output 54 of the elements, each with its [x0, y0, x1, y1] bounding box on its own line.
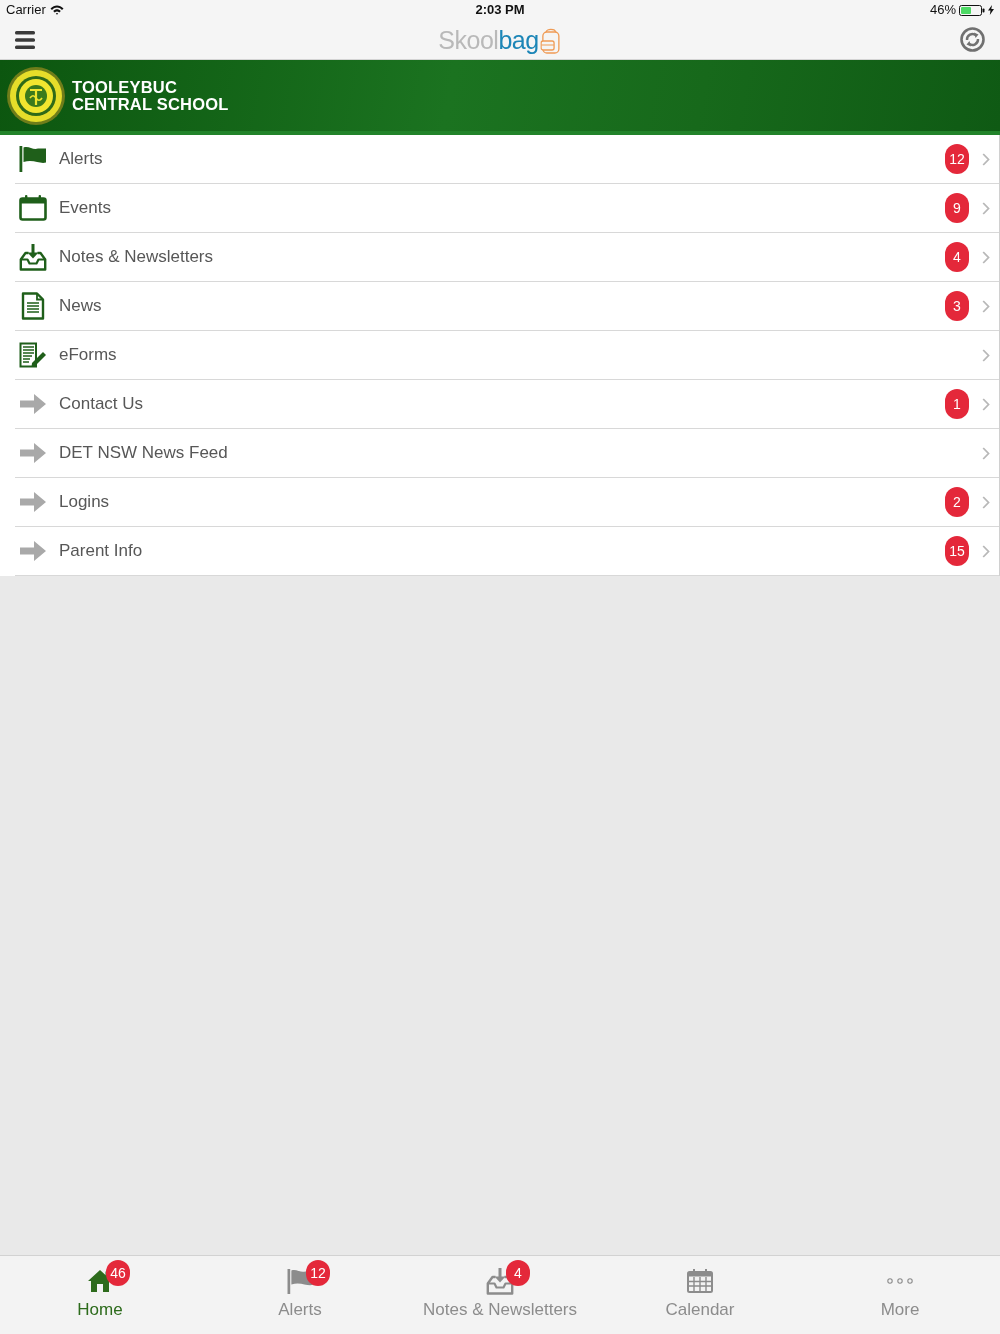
menu-item[interactable]: Logins 2 — [15, 478, 999, 527]
menu-icon[interactable] — [15, 30, 35, 49]
menu-item[interactable]: Notes & Newsletters 4 — [15, 233, 999, 282]
chevron-right-icon — [982, 152, 990, 166]
tab-bar-item[interactable]: 12 Alerts — [200, 1256, 400, 1334]
document-icon — [20, 292, 45, 320]
school-name: TOOLEYBUC CENTRAL SCHOOL — [72, 78, 229, 113]
backpack-icon — [540, 27, 562, 54]
menu-item[interactable]: eForms — [15, 331, 999, 380]
status-time: 2:03 PM — [475, 1, 525, 20]
chevron-right-icon — [982, 348, 990, 362]
battery-icon — [959, 4, 985, 16]
menu-item[interactable]: Alerts 12 — [15, 135, 999, 184]
arrow-right-icon — [19, 492, 46, 512]
flag-icon — [18, 146, 47, 172]
wifi-icon — [49, 5, 64, 15]
school-crest-icon — [6, 64, 66, 127]
sync-icon[interactable] — [960, 27, 985, 52]
carrier-name: Carrier — [6, 1, 46, 20]
chevron-right-icon — [982, 446, 990, 460]
count-badge: 2 — [945, 487, 969, 517]
arrow-right-icon — [19, 443, 46, 463]
chevron-right-icon — [982, 201, 990, 215]
menu-item[interactable]: Events 9 — [15, 184, 999, 233]
arrow-right-icon — [19, 394, 46, 414]
menu-item[interactable]: News 3 — [15, 282, 999, 331]
count-badge: 15 — [945, 536, 969, 566]
count-badge: 46 — [106, 1260, 130, 1286]
form-pencil-icon — [18, 342, 47, 368]
calendar-icon — [18, 195, 47, 221]
chevron-right-icon — [982, 397, 990, 411]
count-badge: 4 — [506, 1260, 530, 1286]
tab-bar-item[interactable]: 4 Notes & Newsletters — [400, 1256, 600, 1334]
menu-item[interactable]: DET NSW News Feed — [15, 429, 999, 478]
chevron-right-icon — [982, 544, 990, 558]
menu-item[interactable]: Contact Us 1 — [15, 380, 999, 429]
count-badge: 9 — [945, 193, 969, 223]
count-badge: 1 — [945, 389, 969, 419]
inbox-download-icon — [486, 1267, 514, 1295]
charging-bolt-icon — [988, 5, 994, 15]
chevron-right-icon — [982, 299, 990, 313]
count-badge: 4 — [945, 242, 969, 272]
more-dots-icon — [887, 1278, 913, 1284]
tab-bar-item[interactable]: 46 Home — [0, 1256, 200, 1334]
chevron-right-icon — [982, 495, 990, 509]
calendar-icon — [687, 1269, 713, 1293]
arrow-right-icon — [19, 541, 46, 561]
count-badge: 12 — [945, 144, 969, 174]
battery-percentage: 46% — [929, 1, 956, 20]
chevron-right-icon — [982, 250, 990, 264]
app-logo-wordmark: Skoolbag — [438, 24, 539, 55]
count-badge: 12 — [306, 1260, 330, 1286]
inbox-download-icon — [18, 243, 47, 271]
count-badge: 3 — [945, 291, 969, 321]
